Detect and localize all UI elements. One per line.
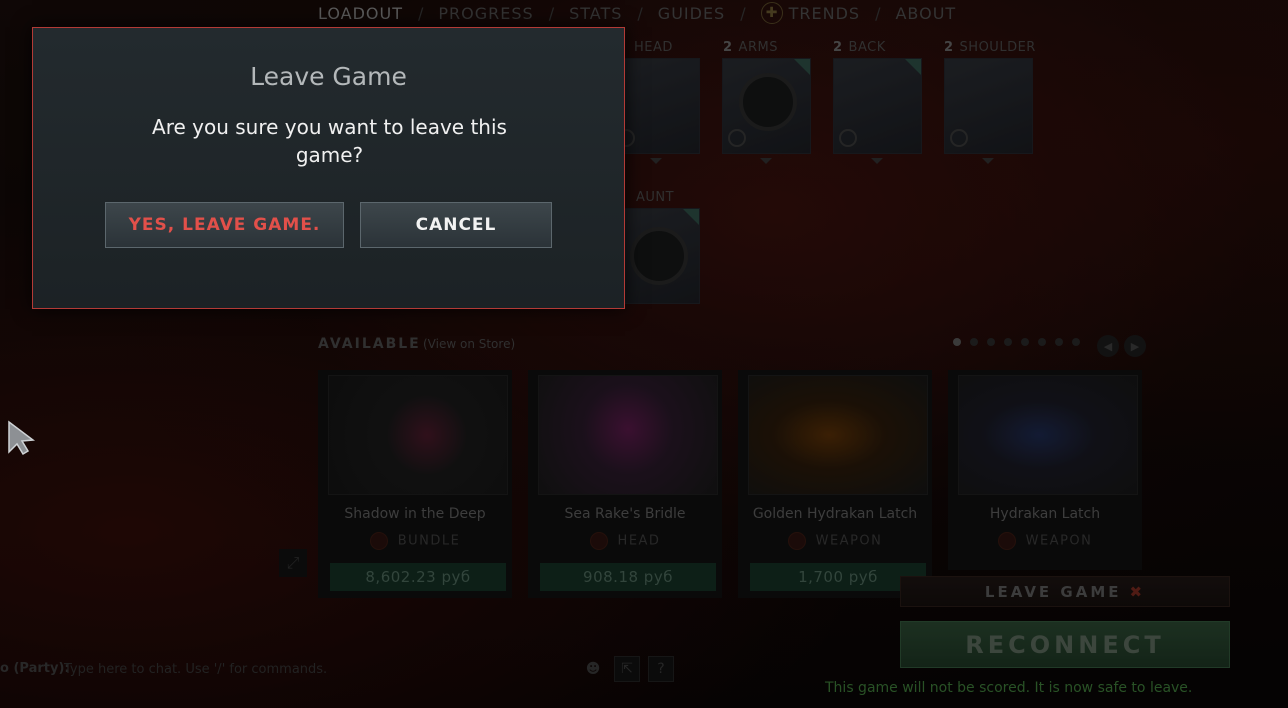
dialog-message: Are you sure you want to leave this game… bbox=[152, 115, 507, 167]
dialog-title: Leave Game bbox=[250, 62, 407, 91]
confirm-leave-button[interactable]: YES, LEAVE GAME. bbox=[105, 202, 344, 248]
leave-game-dialog: Leave Game Are you sure you want to leav… bbox=[32, 27, 625, 309]
cursor-icon bbox=[8, 420, 36, 456]
cancel-button[interactable]: CANCEL bbox=[360, 202, 552, 248]
